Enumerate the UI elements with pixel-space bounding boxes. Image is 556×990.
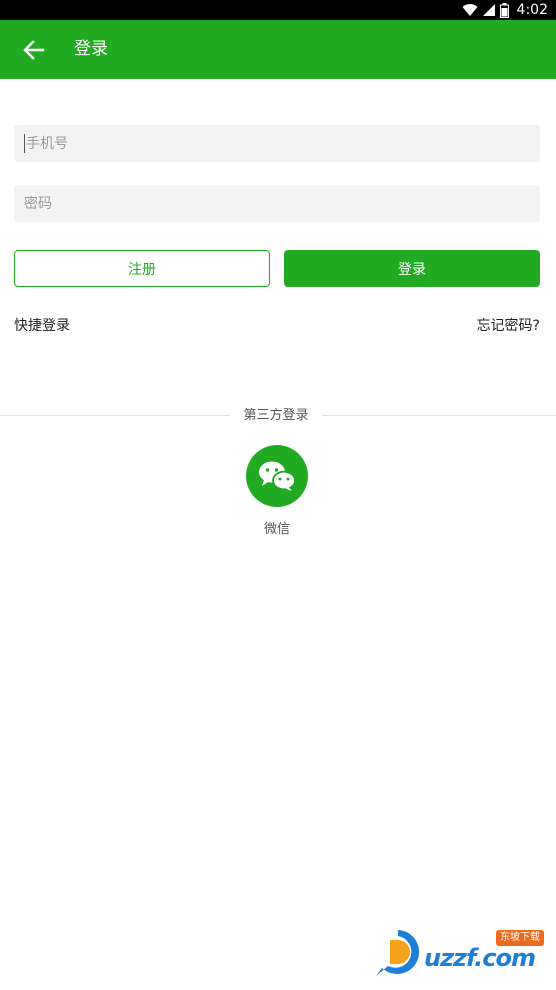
page-title: 登录 [74, 39, 108, 59]
signal-icon [482, 4, 495, 16]
status-icons: 4:02 [462, 0, 548, 20]
text-cursor [24, 134, 25, 153]
quick-login-link[interactable]: 快捷登录 [14, 317, 70, 335]
password-input[interactable] [14, 185, 540, 222]
wechat-icon [259, 461, 296, 491]
watermark-text: uzzf.com [424, 944, 536, 972]
third-party-label: 第三方登录 [243, 408, 309, 423]
watermark-logo: uzzf.com 东坡下载 [372, 922, 552, 980]
watermark-badge: 东坡下载 [496, 930, 544, 946]
app-bar: 登录 [0, 20, 556, 79]
wechat-login-button[interactable] [246, 445, 308, 507]
divider-left [0, 415, 230, 416]
divider-right [322, 415, 556, 416]
back-button[interactable] [20, 37, 48, 63]
arrow-left-icon [23, 40, 45, 60]
phone-input[interactable] [14, 125, 540, 162]
battery-icon [499, 2, 509, 18]
login-screen: 4:02 登录 注册 登录 快捷登录 忘记密码? 第三方登录 微信 [0, 0, 556, 990]
wechat-label: 微信 [263, 522, 290, 537]
login-button[interactable]: 登录 [284, 250, 540, 287]
register-button[interactable]: 注册 [14, 250, 270, 287]
watermark-emblem-icon [376, 930, 420, 976]
status-time: 4:02 [516, 2, 548, 18]
status-bar: 4:02 [0, 0, 556, 20]
wifi-icon [462, 4, 478, 17]
forgot-password-link[interactable]: 忘记密码? [477, 317, 540, 335]
